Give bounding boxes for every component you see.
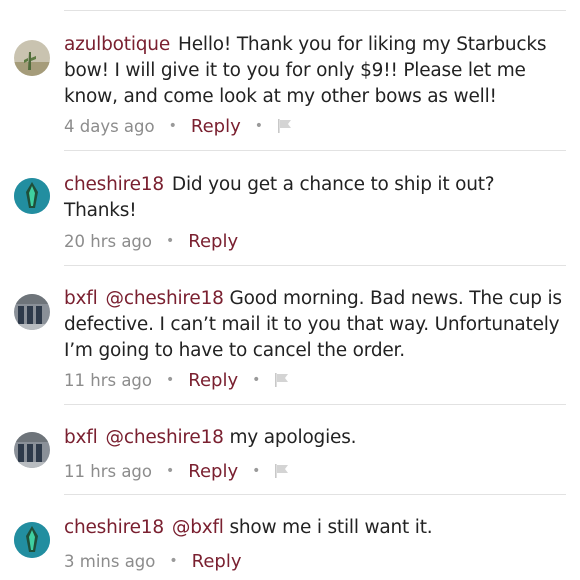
separator-dot: • (166, 372, 175, 388)
username-link[interactable]: bxfl (64, 288, 98, 309)
mention-link[interactable]: @cheshire18 (106, 427, 224, 448)
divider (64, 265, 566, 266)
mention-link[interactable]: @cheshire18 (106, 288, 224, 309)
divider (64, 10, 566, 11)
comment-meta: 11 hrs ago • Reply • (64, 459, 290, 483)
comment-meta: 20 hrs ago • Reply (64, 229, 238, 253)
separator-dot: • (169, 553, 178, 569)
avatar[interactable] (14, 432, 50, 468)
avatar[interactable] (14, 294, 50, 330)
comment-body: my apologies. (229, 427, 357, 448)
comment-text: cheshire18 Did you get a chance to ship i… (64, 172, 570, 224)
separator-dot: • (252, 372, 261, 388)
timestamp: 4 days ago (64, 116, 155, 136)
separator-dot: • (168, 118, 177, 134)
username-link[interactable]: cheshire18 (64, 517, 164, 538)
username-link[interactable]: azulbotique (64, 34, 170, 55)
comment-text: cheshire18 @bxfl show me i still want it. (64, 515, 570, 541)
flag-icon[interactable] (277, 118, 293, 134)
timestamp: 11 hrs ago (64, 370, 153, 390)
reply-button[interactable]: Reply (188, 370, 238, 391)
comment-meta: 11 hrs ago • Reply • (64, 368, 290, 392)
divider (64, 404, 566, 405)
avatar[interactable] (14, 178, 50, 214)
reply-button[interactable]: Reply (188, 231, 238, 252)
timestamp: 11 hrs ago (64, 461, 153, 481)
divider (64, 494, 566, 495)
separator-dot: • (252, 463, 261, 479)
flag-icon[interactable] (274, 463, 290, 479)
comment-body: show me i still want it. (229, 517, 433, 538)
comment-text: bxfl @cheshire18 my apologies. (64, 425, 570, 451)
separator-dot: • (254, 118, 264, 134)
reply-button[interactable]: Reply (192, 551, 242, 572)
reply-button[interactable]: Reply (191, 116, 241, 137)
username-link[interactable]: bxfl (64, 427, 98, 448)
separator-dot: • (166, 233, 175, 249)
avatar[interactable] (14, 522, 50, 558)
reply-button[interactable]: Reply (188, 461, 238, 482)
separator-dot: • (166, 463, 175, 479)
timestamp: 3 mins ago (64, 551, 156, 571)
mention-link[interactable]: @bxfl (172, 517, 224, 538)
divider (64, 150, 566, 151)
comment-text: bxfl @cheshire18 Good morning. Bad news. … (64, 286, 570, 364)
username-link[interactable]: cheshire18 (64, 174, 164, 195)
timestamp: 20 hrs ago (64, 231, 153, 251)
comment-meta: 3 mins ago • Reply (64, 549, 242, 573)
flag-icon[interactable] (274, 372, 290, 388)
comment-meta: 4 days ago • Reply • (64, 114, 293, 138)
avatar[interactable] (14, 40, 50, 76)
comment-text: azulbotique Hello! Thank you for liking m… (64, 32, 570, 110)
